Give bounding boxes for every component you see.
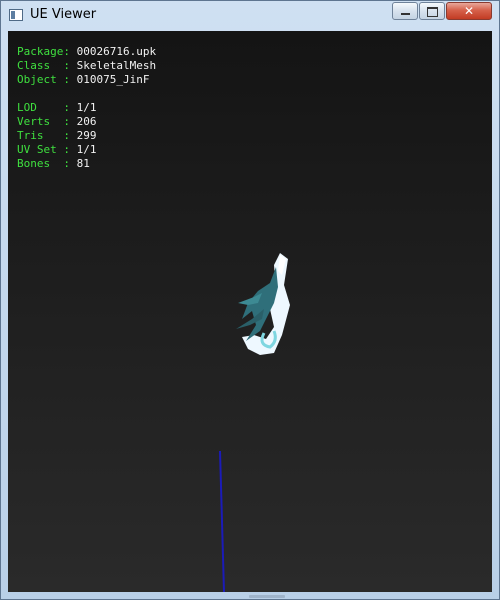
title-bar[interactable]: UE Viewer ✕ — [1, 1, 499, 31]
z-axis-line — [219, 450, 225, 592]
axis-gizmo — [219, 450, 225, 592]
ue-viewer-window: UE Viewer ✕ Package: 00026716.upk Class … — [0, 0, 500, 600]
resize-grip-icon[interactable] — [249, 595, 285, 598]
app-window-icon — [9, 9, 23, 21]
maximize-icon[interactable] — [419, 2, 445, 20]
minimize-icon[interactable] — [392, 2, 418, 20]
window-title: UE Viewer — [30, 7, 97, 22]
close-icon[interactable]: ✕ — [446, 2, 492, 20]
3d-viewport[interactable]: Package: 00026716.upk Class : SkeletalMe… — [8, 31, 492, 592]
